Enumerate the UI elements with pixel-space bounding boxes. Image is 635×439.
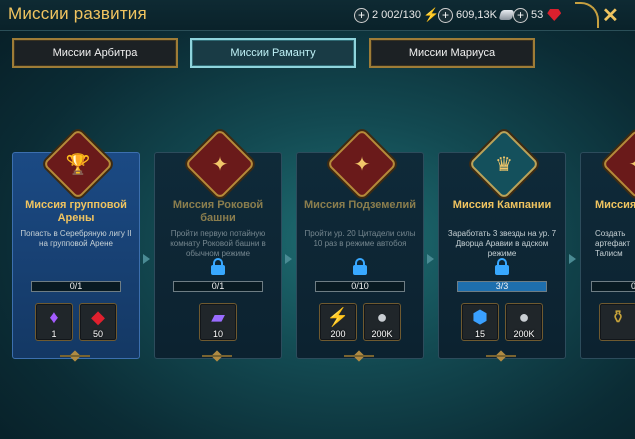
progress-bar: 0/1 — [31, 281, 121, 292]
card-ornament — [202, 352, 232, 360]
progress-bar: 0 — [591, 281, 635, 292]
rewards: ▰ 10 — [155, 303, 281, 341]
energy-value: 2 002/130 — [372, 9, 421, 21]
hellhound-icon: ✦ — [184, 128, 256, 200]
decor-hook-icon — [575, 2, 599, 28]
progress-text: 0/10 — [351, 281, 369, 291]
silver-coin-icon: ● — [518, 307, 530, 327]
hellhound-icon: ✦ — [326, 128, 398, 200]
progress-bar: 3/3 — [457, 281, 547, 292]
lock-icon — [211, 258, 225, 275]
add-gems-button[interactable]: + — [513, 7, 528, 23]
lock-icon — [353, 258, 367, 275]
energy-icon: ⚡ — [422, 7, 440, 22]
chevron-right-icon — [569, 254, 576, 264]
add-energy-button[interactable]: + — [354, 7, 369, 23]
progress-text: 0/1 — [69, 281, 83, 291]
progress-text: 0/1 — [211, 281, 225, 291]
energy-icon: ⚡ — [326, 307, 350, 327]
top-bar: Миссии развития + 2 002/130 ⚡ + 609,13K … — [0, 0, 635, 31]
reward-item[interactable]: ♦ 1 — [35, 303, 73, 341]
rewards: ⚡ 200 ● 200K — [297, 303, 423, 341]
card-ornament — [486, 352, 516, 360]
reward-count: 10 — [212, 329, 223, 339]
mission-description: Попасть в Серебряную лигу II на группово… — [20, 229, 132, 248]
progress-bar: 0/1 — [173, 281, 263, 292]
chevron-right-icon — [285, 254, 292, 264]
potion-icon: ⚱ — [610, 307, 626, 327]
hellhound-icon: ✦ — [601, 128, 635, 200]
mission-card-tower[interactable]: ✦ Миссия Роковой башни Пройти первую пот… — [154, 128, 282, 359]
silver-value: 609,13K — [456, 9, 497, 21]
mission-card-dungeons[interactable]: ✦ Миссия Подземелий Пройти ур. 20 Цитаде… — [296, 128, 424, 359]
card-ornament — [344, 352, 374, 360]
rewards: ⬢ 15 ● 200K — [439, 303, 565, 341]
mission-title: Миссия Кампании — [452, 199, 552, 211]
progress-text: 3/3 — [495, 281, 509, 291]
reward-item[interactable]: ◆ 50 — [79, 303, 117, 341]
reward-item[interactable]: ● 200K — [505, 303, 543, 341]
mission-title: Миссия — [595, 199, 635, 211]
rewards: ⚱ — [599, 303, 635, 341]
rewards: ♦ 1 ◆ 50 — [13, 303, 139, 341]
tab-ramantu[interactable]: Миссии Раманту — [190, 38, 356, 68]
artifact-icon: ♦ — [49, 307, 59, 327]
tab-arbiter[interactable]: Миссии Арбитра — [12, 38, 178, 68]
card-ornament — [60, 352, 90, 360]
reward-item[interactable]: ⚱ — [599, 303, 635, 341]
reward-count: 15 — [474, 329, 485, 339]
ruby-icon: ◆ — [91, 307, 105, 327]
scroll-icon: ▰ — [211, 307, 225, 327]
mission-card-arena[interactable]: 🏆 Миссия групповой Арены Попасть в Сереб… — [12, 128, 140, 359]
reward-count: 200K — [513, 329, 535, 339]
shield-icon: ⬢ — [472, 307, 488, 327]
mission-card-artifact[interactable]: ✦ Миссия Создать артефакт Талисм 0 ⚱ — [580, 128, 635, 359]
mission-title: Миссия Роковой башни — [172, 199, 264, 224]
reward-count: 200 — [330, 329, 346, 339]
chevron-right-icon — [427, 254, 434, 264]
add-silver-button[interactable]: + — [438, 7, 453, 23]
reward-item[interactable]: ● 200K — [363, 303, 401, 341]
close-button[interactable]: ✕ — [602, 3, 619, 28]
silver-coin-icon: ● — [376, 307, 388, 327]
reward-item[interactable]: ⚡ 200 — [319, 303, 357, 341]
gems-value: 53 — [531, 9, 544, 21]
tab-marius[interactable]: Миссии Мариуса — [369, 38, 535, 68]
mission-description: Заработать 3 звезды на ур. 7 Дворца Арав… — [447, 229, 557, 258]
energy-counter[interactable]: + 2 002/130 ⚡ — [354, 7, 439, 23]
crown-icon: ♛ — [468, 128, 540, 200]
reward-item[interactable]: ⬢ 15 — [461, 303, 499, 341]
progress-text: 0 — [630, 281, 635, 291]
page-title: Миссии развития — [8, 4, 147, 23]
reward-item[interactable]: ▰ 10 — [199, 303, 237, 341]
reward-count: 200K — [371, 329, 393, 339]
trophy-icon: 🏆 — [42, 128, 114, 200]
progress-bar: 0/10 — [315, 281, 405, 292]
silver-icon — [498, 10, 515, 20]
lock-icon — [495, 258, 509, 275]
reward-count: 1 — [51, 329, 57, 339]
mission-title: Миссия Подземелий — [303, 199, 417, 211]
gems-counter[interactable]: + 53 — [513, 7, 562, 23]
silver-counter[interactable]: + 609,13K — [438, 7, 515, 23]
ruby-icon — [547, 9, 562, 21]
mission-description: Пройти первую потайную комнату Роковой б… — [170, 229, 266, 258]
mission-description: Создать артефакт Талисм — [595, 229, 631, 258]
chevron-right-icon — [143, 254, 150, 264]
mission-card-campaign[interactable]: ♛ Миссия Кампании Заработать 3 звезды на… — [438, 128, 566, 359]
mission-title: Миссия групповой Арены — [25, 199, 127, 224]
mission-description: Пройти ур. 20 Цитадели силы 10 раз в реж… — [304, 229, 416, 248]
reward-count: 50 — [92, 329, 103, 339]
